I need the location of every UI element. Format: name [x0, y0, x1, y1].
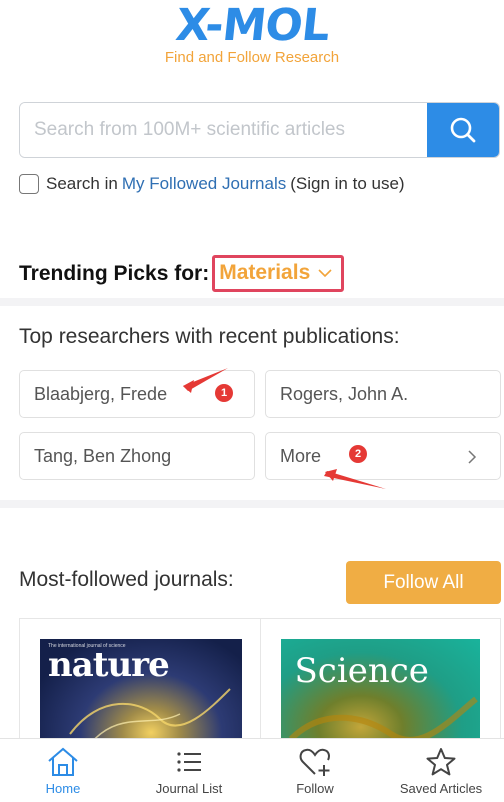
trending-picks: Trending Picks for: Materials: [19, 255, 345, 292]
tab-journal-list[interactable]: Journal List: [126, 739, 252, 802]
list-icon: [177, 752, 201, 772]
search-button[interactable]: [427, 103, 499, 157]
brand-header: X-MOL Find and Follow Research: [0, 0, 504, 66]
researcher-chip[interactable]: Tang, Ben Zhong: [19, 432, 255, 480]
researchers-title: Top researchers with recent publications…: [19, 325, 400, 348]
tab-saved-articles[interactable]: Saved Articles: [378, 739, 504, 802]
star-icon: [426, 748, 456, 776]
researcher-name: Rogers, John A.: [280, 383, 409, 404]
home-icon: [48, 747, 78, 776]
tab-label: Saved Articles: [399, 781, 483, 796]
trending-label: Trending Picks for:: [19, 261, 210, 285]
more-label: More: [280, 445, 322, 466]
tab-label: Home: [45, 781, 81, 796]
journals-title: Most-followed journals:: [19, 568, 234, 591]
more-researchers-button[interactable]: More: [265, 432, 501, 480]
section-divider: [0, 298, 504, 306]
followed-journals-link[interactable]: My Followed Journals: [122, 174, 286, 194]
researcher-chip[interactable]: Rogers, John A.: [265, 370, 501, 418]
followed-journals-filter[interactable]: Search in My Followed Journals (Sign in …: [19, 174, 405, 194]
cover-artwork: [288, 696, 478, 738]
annotation-marker-1: 1: [215, 384, 233, 402]
search-icon: [450, 117, 476, 143]
search-input[interactable]: [20, 103, 427, 157]
filter-prefix-text: Search in: [46, 174, 118, 193]
filter-suffix-text: (Sign in to use): [290, 174, 405, 193]
researcher-name: Blaabjerg, Frede: [34, 383, 168, 404]
heart-plus-icon: [299, 748, 330, 776]
section-divider: [0, 500, 504, 508]
journal-cover-image: Science: [280, 639, 480, 738]
followed-journals-checkbox[interactable]: [19, 174, 39, 194]
chevron-down-icon: [318, 269, 332, 278]
journals-list: The international journal of science nat…: [19, 618, 501, 738]
researcher-name: Tang, Ben Zhong: [34, 445, 172, 466]
annotation-marker-2: 2: [349, 445, 367, 463]
follow-all-button[interactable]: Follow All: [346, 561, 501, 604]
chevron-right-icon: [468, 450, 477, 464]
subject-selected: Materials: [219, 261, 311, 284]
app-tagline: Find and Follow Research: [164, 49, 340, 66]
search-bar: [19, 102, 500, 158]
journal-cover-image: The international journal of science nat…: [40, 639, 242, 738]
subject-selector[interactable]: Materials: [212, 255, 345, 292]
tab-label: Journal List: [155, 781, 223, 796]
bottom-tab-bar: Home Journal List Follow Saved Articles: [0, 738, 504, 802]
cover-artwork: [69, 688, 231, 738]
tab-home[interactable]: Home: [0, 739, 126, 802]
tab-label: Follow: [296, 781, 334, 796]
app-logo: X-MOL: [172, 0, 332, 51]
journal-card[interactable]: The international journal of science nat…: [20, 619, 261, 738]
journal-card[interactable]: Science: [261, 619, 501, 738]
tab-follow[interactable]: Follow: [252, 739, 378, 802]
